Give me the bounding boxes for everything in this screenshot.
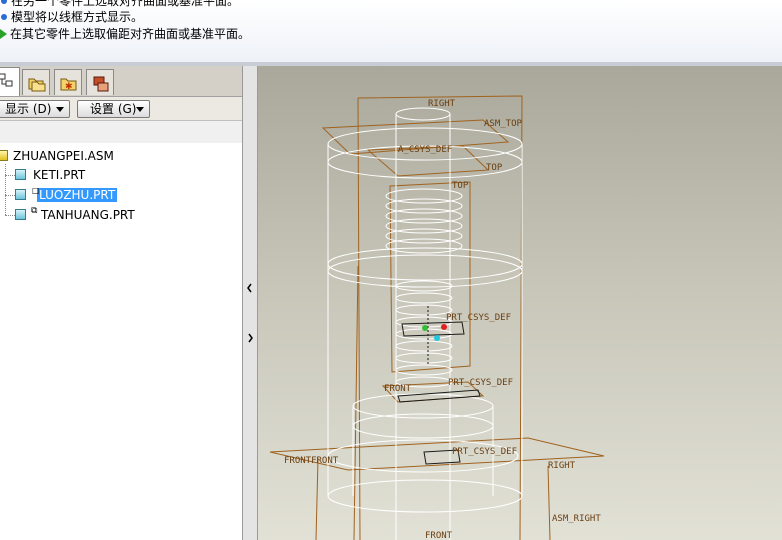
part-icon (15, 169, 26, 180)
tree-connector (5, 175, 15, 176)
message-line: 在另一个零件上选取对齐曲面或基准平面。 (0, 0, 239, 9)
csys-origin-red (441, 324, 447, 330)
favorites-folder-icon: ✱ (60, 78, 77, 92)
tree-item-part[interactable]: KETI.PRT (15, 166, 87, 184)
datum-label: TOP (452, 181, 469, 191)
model-tree-icon (0, 73, 13, 87)
datum-label: PRT_CSYS_DEF (452, 447, 517, 457)
assembly-icon (0, 150, 8, 161)
tab-model-tree[interactable] (0, 67, 20, 96)
message-line-prompt: 在其它零件上选取偏距对齐曲面或基准平面。 (0, 26, 250, 42)
tree-column-header[interactable] (0, 120, 242, 144)
datum-label: A_CSYS_DEF (398, 145, 452, 155)
assembly-wireframe: RIGHT ASM_TOP A_CSYS_DEF TOP TOP PRT_CSY… (269, 95, 605, 540)
placement-link-icon: ⧉ (31, 206, 38, 216)
tree-connector (5, 164, 6, 215)
placement-marker-icon: □ (32, 186, 40, 195)
svg-text:✱: ✱ (65, 82, 73, 92)
tree-connector (5, 215, 15, 216)
datum-label: RIGHT (428, 99, 456, 109)
csys-origin-cyan (434, 335, 440, 341)
part-icon (15, 189, 26, 200)
connections-icon (93, 76, 109, 92)
datum-label: FRONT (384, 384, 412, 394)
info-dot-icon (1, 14, 7, 20)
tree-root-assembly[interactable]: ZHUANGPEI.ASM (0, 147, 116, 165)
panel-splitter[interactable] (242, 66, 258, 540)
datum-label: TOP (486, 163, 503, 173)
collapse-left-icon (247, 283, 252, 293)
folder-browser-icon (28, 78, 46, 92)
datum-label: ASM_TOP (484, 119, 523, 129)
csys-origin-green (422, 325, 428, 331)
model-tree-toolbar: 显示 (D) 设置 (G) (0, 96, 242, 121)
green-arrow-icon (0, 29, 7, 39)
tree-item-part-selected[interactable]: □ LUOZHU.PRT (15, 186, 118, 204)
display-dropdown-button[interactable]: 显示 (D) (0, 100, 70, 118)
navigator-tabs: ✱ (0, 66, 246, 96)
graphics-window[interactable]: RIGHT ASM_TOP A_CSYS_DEF TOP TOP PRT_CSY… (258, 66, 782, 540)
tree-connector (5, 195, 15, 196)
datum-label: FRONTFRONT (284, 456, 339, 466)
message-area: 在另一个零件上选取对齐曲面或基准平面。 模型将以线框方式显示。 在其它零件上选取… (0, 0, 782, 63)
splitter-arrows (247, 283, 253, 343)
info-dot-icon (1, 0, 7, 4)
tab-connections[interactable] (86, 69, 114, 95)
tree-item-part[interactable]: ⧉ TANHUANG.PRT (15, 206, 137, 224)
datum-label: PRT_CSYS_DEF (446, 313, 511, 323)
tab-folder-browser[interactable] (22, 69, 50, 95)
datum-label: ASM_RIGHT (552, 514, 601, 524)
tab-favorites[interactable]: ✱ (54, 69, 82, 95)
datum-label: PRT_CSYS_DEF (448, 378, 513, 388)
chevron-down-icon (56, 107, 64, 112)
message-line: 模型将以线框方式显示。 (0, 9, 143, 25)
settings-dropdown-button[interactable]: 设置 (G) (77, 100, 150, 118)
model-tree: ZHUANGPEI.ASM KETI.PRT □ LUOZHU.PRT ⧉ TA… (0, 143, 242, 540)
part-icon (15, 209, 26, 220)
datum-label: FRONT (425, 531, 453, 540)
datum-label: RIGHT (548, 461, 576, 471)
expand-right-icon (248, 333, 253, 343)
chevron-down-icon (136, 107, 144, 112)
